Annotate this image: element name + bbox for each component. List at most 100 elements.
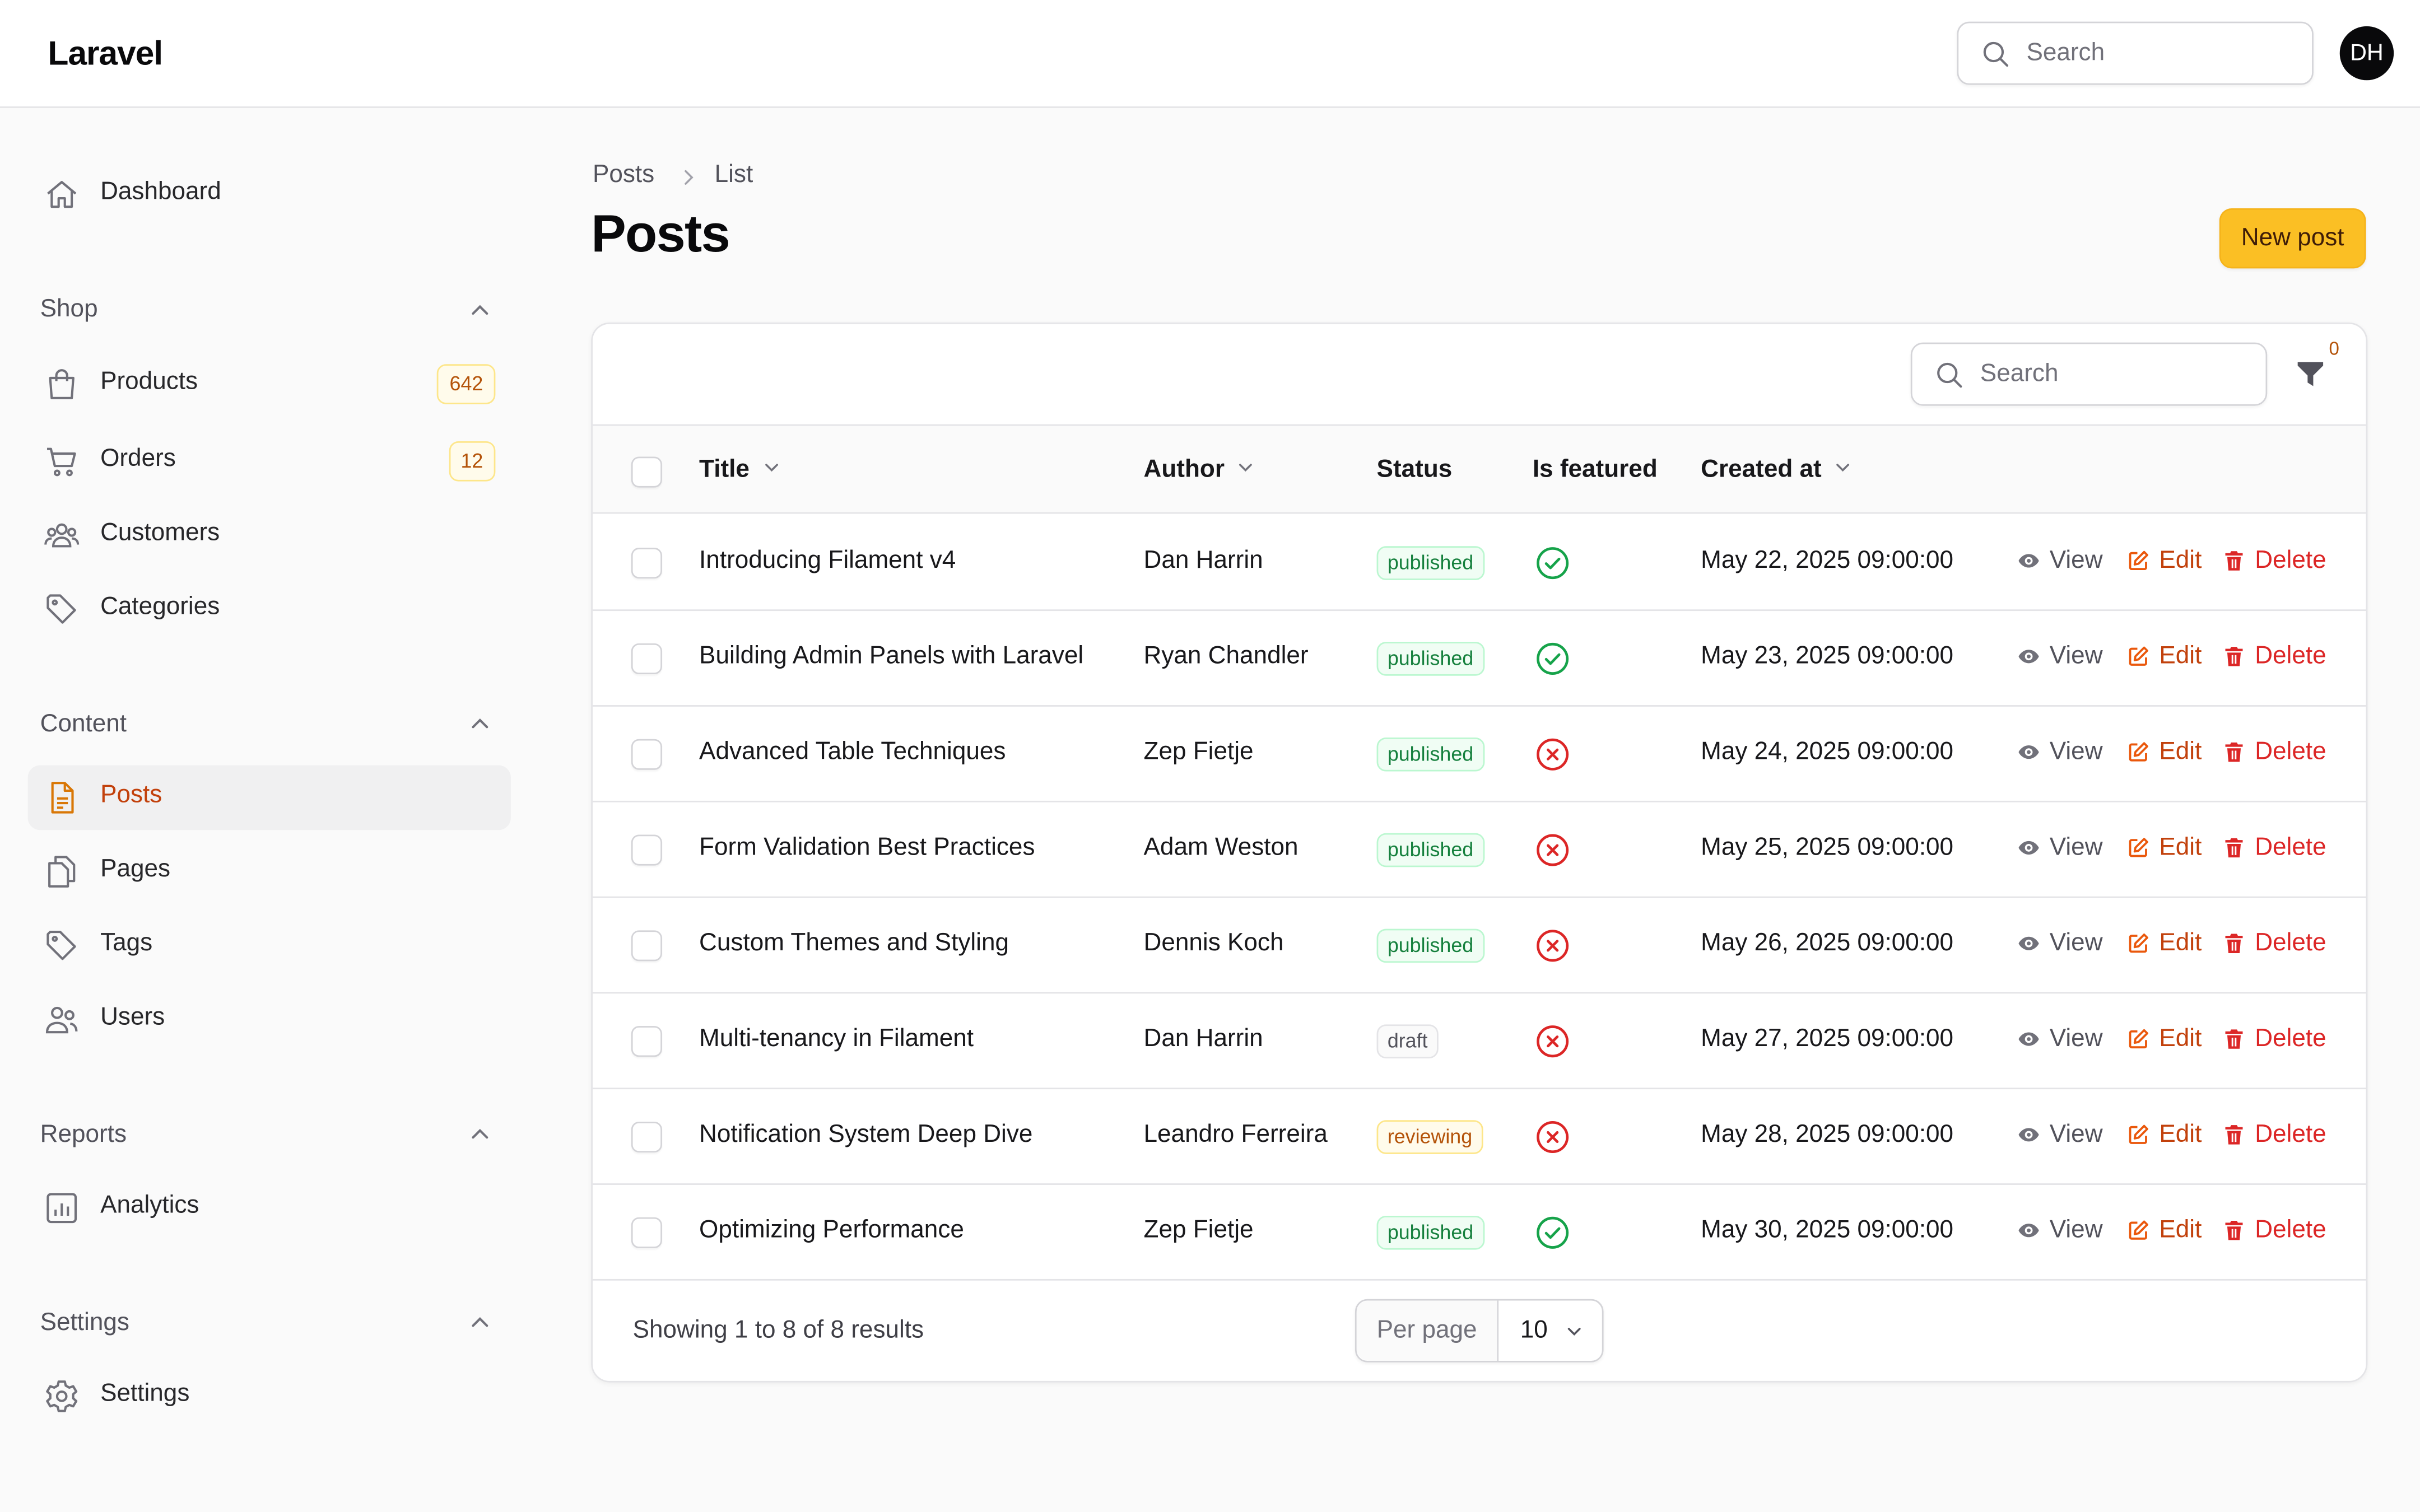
table-search-placeholder: Search: [1980, 361, 2059, 388]
chevron-down-icon: [1240, 464, 1253, 472]
nav-group-content-title[interactable]: Content: [40, 711, 127, 739]
row-checkbox[interactable]: [631, 1121, 662, 1153]
filter-count-badge: 0: [2329, 338, 2339, 360]
nav-group-shop-title[interactable]: Shop: [40, 296, 98, 324]
trash-icon: [2225, 1125, 2243, 1145]
row-checkbox[interactable]: [631, 643, 662, 674]
nav-group-settings-title[interactable]: Settings: [40, 1310, 129, 1338]
table-search-input[interactable]: Search: [1910, 342, 2268, 406]
pencil-square-icon: [2129, 1029, 2148, 1049]
row-checkbox[interactable]: [631, 1026, 662, 1057]
user-avatar[interactable]: DH: [2339, 26, 2394, 81]
filter-icon[interactable]: [2293, 356, 2328, 390]
pencil-square-icon: [2129, 1124, 2148, 1144]
status-badge: published: [1376, 833, 1484, 867]
search-icon: [1937, 362, 1962, 388]
sidebar-item-categories[interactable]: Categories: [28, 577, 511, 642]
column-header-status: Status: [1376, 456, 1453, 483]
cell-title[interactable]: Custom Themes and Styling: [699, 930, 1009, 958]
table-row[interactable]: Multi-tenancy in Filament Dan Harrin draft…: [592, 993, 2366, 1090]
cell-title[interactable]: Advanced Table Techniques: [699, 739, 1006, 767]
breadcrumb-parent[interactable]: Posts: [593, 162, 654, 190]
column-header-author[interactable]: Author: [1144, 457, 1257, 485]
row-checkbox[interactable]: [631, 834, 662, 866]
delete-action-label: Delete: [2255, 930, 2326, 957]
nav-group-reports-title[interactable]: Reports: [40, 1122, 127, 1150]
chevron-up-icon[interactable]: [466, 296, 494, 324]
x-circle-icon: [1537, 1121, 1569, 1154]
per-page-select[interactable]: Per page 10: [1355, 1299, 1604, 1362]
trash-icon: [2225, 551, 2243, 571]
sidebar-item-label: Settings: [100, 1380, 190, 1407]
column-header-created[interactable]: Created at: [1701, 457, 1854, 485]
table-row[interactable]: Form Validation Best Practices Adam Westo…: [592, 802, 2366, 898]
row-checkbox[interactable]: [631, 548, 662, 579]
cell-created-at: May 27, 2025 09:00:00: [1701, 1026, 1954, 1052]
table-row[interactable]: Advanced Table Techniques Zep Fietje publi…: [592, 707, 2366, 802]
edit-action-label: Edit: [2159, 739, 2202, 766]
table-header: Title Author Status Is featured Created …: [592, 424, 2366, 514]
sidebar-item-settings[interactable]: Settings: [28, 1364, 511, 1429]
sidebar-item-orders[interactable]: Orders 12: [28, 429, 511, 494]
chart-bar-icon: [46, 1193, 77, 1224]
chevron-up-icon[interactable]: [466, 1308, 494, 1336]
sidebar-item-tags[interactable]: Tags: [28, 913, 511, 978]
table-row[interactable]: Optimizing Performance Zep Fietje publishe…: [592, 1185, 2366, 1281]
table-row[interactable]: Notification System Deep Dive Leandro Fer…: [592, 1089, 2366, 1185]
table-row[interactable]: Building Admin Panels with Laravel Ryan C…: [592, 611, 2366, 707]
delete-action-label: Delete: [2255, 1026, 2326, 1052]
chevron-up-icon[interactable]: [466, 710, 494, 738]
edit-action-label: Edit: [2159, 834, 2202, 861]
table-row[interactable]: Introducing Filament v4 Dan Harrin publish…: [592, 515, 2366, 612]
cell-created-at: May 30, 2025 09:00:00: [1701, 1217, 1954, 1244]
sidebar-item-label: Pages: [100, 856, 171, 883]
sidebar-item-users[interactable]: Users: [28, 987, 511, 1052]
table-row[interactable]: Custom Themes and Styling Dennis Koch publ…: [592, 898, 2366, 994]
sidebar-item-label: Posts: [100, 782, 162, 809]
status-badge: draft: [1376, 1024, 1439, 1058]
topbar: Laravel Search DH: [0, 0, 2420, 108]
cell-author: Zep Fietje: [1143, 1217, 1254, 1244]
cell-created-at: May 23, 2025 09:00:00: [1701, 643, 1954, 670]
delete-action-label: Delete: [2255, 834, 2326, 861]
row-checkbox[interactable]: [631, 930, 662, 962]
document-text-icon: [51, 782, 74, 814]
sidebar-item-pages[interactable]: Pages: [28, 839, 511, 904]
cell-author: Zep Fietje: [1143, 739, 1254, 766]
chevron-down-icon: [1836, 464, 1850, 472]
chevron-up-icon[interactable]: [466, 1120, 494, 1148]
eye-icon: [2018, 1224, 2039, 1238]
select-all-checkbox[interactable]: [631, 456, 662, 488]
edit-action-label: Edit: [2159, 1026, 2202, 1052]
global-search-input[interactable]: Search: [1957, 21, 2314, 85]
eye-icon: [2018, 554, 2039, 568]
cell-created-at: May 25, 2025 09:00:00: [1701, 834, 1954, 861]
sidebar-item-products[interactable]: Products 642: [28, 352, 511, 417]
sidebar-item-label: Dashboard: [100, 179, 221, 206]
eye-icon: [2018, 650, 2039, 664]
sidebar-item-posts[interactable]: Posts: [27, 765, 511, 830]
tag-icon: [46, 594, 76, 624]
cell-title[interactable]: Multi-tenancy in Filament: [699, 1026, 974, 1054]
pencil-square-icon: [2129, 1220, 2148, 1240]
new-post-button[interactable]: New post: [2219, 208, 2366, 269]
sidebar-item-customers[interactable]: Customers: [28, 503, 511, 568]
sidebar: Dashboard Shop Products 642 Orders 12 Cu…: [0, 110, 540, 1512]
brand-logo[interactable]: Laravel: [48, 34, 163, 74]
cell-author: Dan Harrin: [1143, 1026, 1263, 1052]
cell-title[interactable]: Building Admin Panels with Laravel: [699, 643, 1083, 671]
shopping-bag-icon: [49, 369, 75, 399]
sidebar-item-analytics[interactable]: Analytics: [28, 1175, 511, 1240]
cell-title[interactable]: Introducing Filament v4: [699, 548, 956, 576]
cell-title[interactable]: Optimizing Performance: [699, 1217, 964, 1245]
row-checkbox[interactable]: [631, 1217, 662, 1248]
row-checkbox[interactable]: [631, 739, 662, 770]
sidebar-item-label: Analytics: [100, 1192, 199, 1219]
cell-title[interactable]: Form Validation Best Practices: [699, 835, 1035, 863]
sidebar-item-label: Products: [100, 368, 198, 395]
sidebar-item-dashboard[interactable]: Dashboard: [28, 162, 511, 227]
column-header-title[interactable]: Title: [699, 457, 782, 485]
breadcrumb-current: List: [714, 162, 753, 189]
cell-title[interactable]: Notification System Deep Dive: [699, 1122, 1032, 1150]
cell-author: Adam Weston: [1143, 834, 1299, 861]
